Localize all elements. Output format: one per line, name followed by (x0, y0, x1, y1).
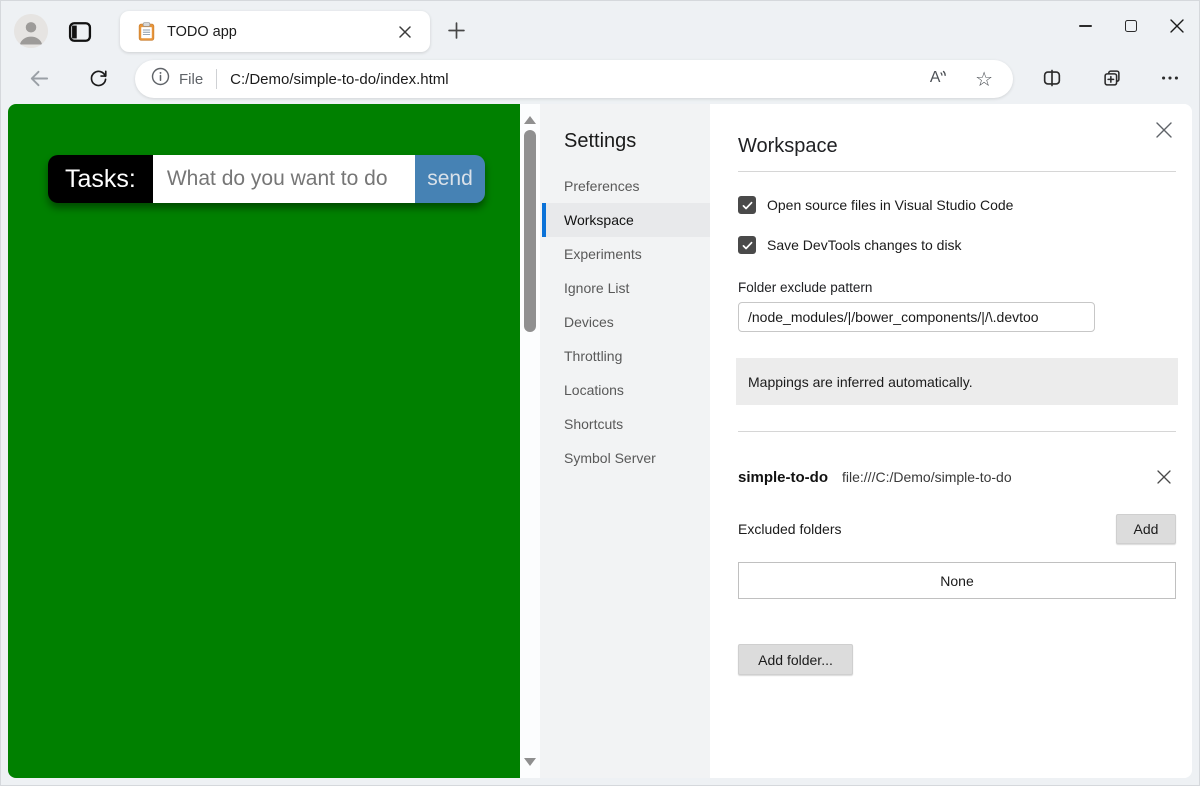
send-button[interactable]: send (415, 155, 485, 203)
collections-icon[interactable] (1094, 56, 1130, 100)
task-bar: Tasks: send (48, 155, 485, 203)
sidebar-item-preferences[interactable]: Preferences (542, 169, 710, 203)
minimize-button[interactable] (1062, 6, 1108, 46)
scrollbar-thumb[interactable] (524, 130, 536, 332)
sidebar-item-workspace[interactable]: Workspace (542, 203, 710, 237)
settings-title: Settings (564, 130, 710, 153)
panel-title: Workspace (738, 135, 1176, 158)
add-excluded-folder-button[interactable]: Add (1116, 514, 1176, 544)
split-screen-icon[interactable] (1034, 56, 1070, 100)
refresh-icon[interactable] (80, 56, 116, 100)
empty-list-text: None (940, 573, 973, 589)
browser-window: TODO app (0, 0, 1200, 786)
settings-menu-icon[interactable] (1152, 56, 1188, 100)
workspace-panel: Workspace Open source files in Visual St… (710, 104, 1192, 778)
mappings-info-box: Mappings are inferred automatically. (736, 358, 1178, 405)
sidebar-item-locations[interactable]: Locations (542, 373, 710, 407)
browser-tab[interactable]: TODO app (120, 11, 430, 52)
svg-text:A: A (930, 69, 941, 86)
excluded-folders-list: None (738, 562, 1176, 599)
sidebar-item-shortcuts[interactable]: Shortcuts (542, 407, 710, 441)
profile-avatar-icon[interactable] (14, 14, 48, 48)
sidebar-item-experiments[interactable]: Experiments (542, 237, 710, 271)
project-url: file:///C:/Demo/simple-to-do (842, 469, 1012, 485)
sidebar-item-symbol-server[interactable]: Symbol Server (542, 441, 710, 475)
tasks-label: Tasks: (48, 155, 153, 203)
tab-close-icon[interactable] (394, 21, 416, 43)
todo-app-page: Tasks: send (8, 104, 520, 778)
titlebar: TODO app (0, 0, 1200, 56)
navigation-bar: File C:/Demo/simple-to-do/index.html A ☆ (0, 56, 1200, 104)
excluded-folders-label: Excluded folders (738, 521, 842, 537)
folder-exclude-input[interactable] (738, 302, 1095, 332)
url-text[interactable]: C:/Demo/simple-to-do/index.html (230, 71, 448, 88)
scroll-down-icon[interactable] (524, 758, 536, 766)
divider (738, 431, 1176, 432)
divider (738, 171, 1176, 172)
tab-workspaces-icon[interactable] (66, 18, 94, 46)
remove-project-icon[interactable] (1152, 465, 1176, 489)
sidebar-item-throttling[interactable]: Throttling (542, 339, 710, 373)
url-scheme-label: File (179, 71, 203, 88)
favorites-star-icon[interactable]: ☆ (975, 69, 993, 89)
checkbox-label: Open source files in Visual Studio Code (767, 197, 1013, 213)
checkbox-label: Save DevTools changes to disk (767, 237, 962, 253)
maximize-button[interactable] (1108, 6, 1154, 46)
excluded-folders-row: Excluded folders Add (738, 514, 1176, 544)
settings-sidebar: Settings Preferences Workspace Experimen… (540, 104, 710, 778)
project-name: simple-to-do (738, 469, 828, 486)
folder-exclude-label: Folder exclude pattern (738, 280, 1176, 295)
devtools-settings: Settings Preferences Workspace Experimen… (540, 104, 1192, 778)
add-folder-button[interactable]: Add folder... (738, 644, 853, 675)
open-in-vscode-row: Open source files in Visual Studio Code (738, 196, 1176, 214)
tab-title: TODO app (167, 24, 394, 40)
scroll-up-icon[interactable] (524, 116, 536, 124)
open-in-vscode-checkbox[interactable] (738, 196, 756, 214)
read-aloud-icon[interactable]: A (928, 65, 951, 93)
clipboard-favicon-icon (138, 22, 155, 41)
back-icon[interactable] (20, 56, 56, 100)
task-input[interactable] (153, 155, 415, 203)
address-separator (216, 69, 217, 89)
close-window-button[interactable] (1154, 6, 1200, 46)
content-area: Tasks: send Settings Preferences Workspa… (8, 104, 1192, 778)
address-bar[interactable]: File C:/Demo/simple-to-do/index.html A ☆ (135, 60, 1013, 98)
window-controls (1062, 0, 1200, 56)
sidebar-item-devices[interactable]: Devices (542, 305, 710, 339)
info-message: Mappings are inferred automatically. (748, 374, 973, 390)
close-settings-icon[interactable] (1152, 118, 1176, 142)
project-row: simple-to-do file:///C:/Demo/simple-to-d… (738, 465, 1176, 489)
page-scrollbar[interactable] (520, 104, 540, 778)
info-icon[interactable] (151, 67, 170, 91)
save-changes-checkbox[interactable] (738, 236, 756, 254)
sidebar-item-ignore-list[interactable]: Ignore List (542, 271, 710, 305)
new-tab-button[interactable] (442, 16, 470, 44)
save-changes-row: Save DevTools changes to disk (738, 236, 1176, 254)
